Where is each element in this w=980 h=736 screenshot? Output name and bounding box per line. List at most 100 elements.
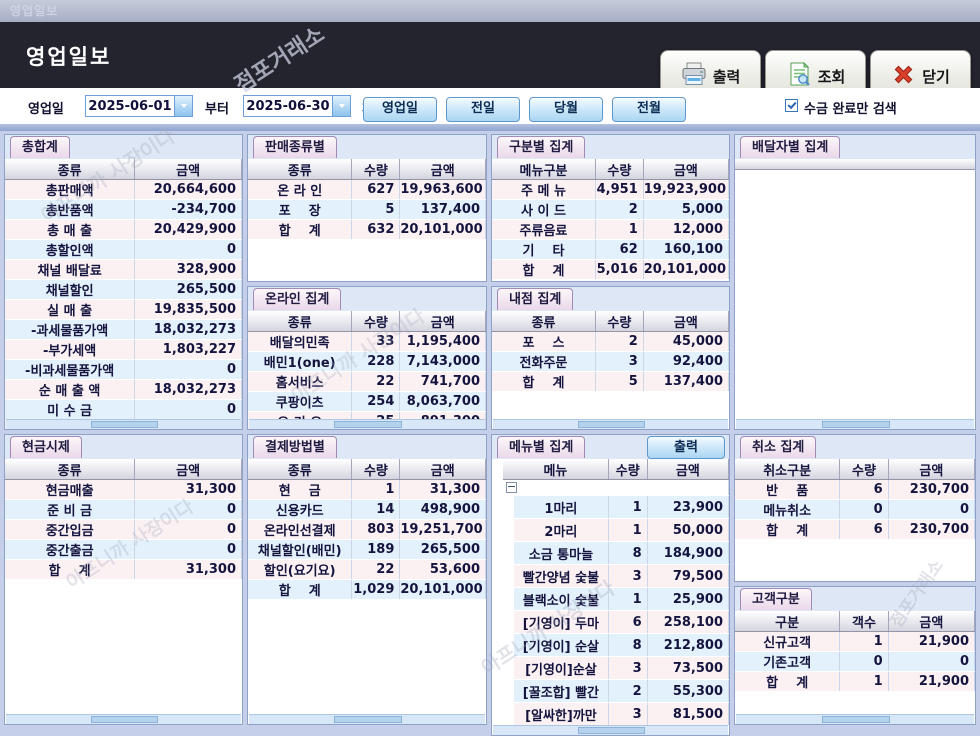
column-header[interactable]: 객수 — [839, 611, 889, 632]
scrollbar-thumb[interactable] — [333, 716, 403, 723]
collapse-icon[interactable] — [506, 482, 517, 493]
table-row[interactable]: 사 이 드 2 5,000 — [492, 199, 729, 220]
table-row[interactable]: [기영이] 순살 8 212,800 — [492, 633, 729, 657]
column-header[interactable]: 금액 — [647, 459, 729, 480]
table-row[interactable]: 순 매 출 액 18,032,273 — [5, 379, 242, 400]
previous-day-button[interactable]: 전일 — [446, 97, 520, 122]
column-header[interactable]: 금액 — [134, 159, 242, 180]
column-header[interactable]: 금액 — [888, 459, 975, 480]
table-row[interactable]: 온라인선결제 803 19,251,700 — [248, 519, 486, 540]
table-row[interactable]: [기영이]순살 3 73,500 — [492, 656, 729, 680]
column-header[interactable]: 금액 — [888, 611, 975, 632]
tab-cash-drawer[interactable]: 현금시제 — [10, 436, 82, 458]
table-row[interactable]: -과세물품가액 18,032,273 — [5, 319, 242, 340]
horizontal-scrollbar[interactable] — [493, 419, 728, 429]
table-row[interactable]: 배민1(one) 228 7,143,000 — [248, 351, 486, 372]
table-row[interactable]: 합 계 632 20,101,000 — [248, 219, 486, 240]
table-row[interactable]: 총 매 출 20,429,900 — [5, 219, 242, 240]
column-header[interactable]: 금액 — [134, 459, 242, 480]
column-header[interactable]: 종류 — [248, 459, 353, 480]
horizontal-scrollbar[interactable] — [6, 419, 241, 429]
horizontal-scrollbar[interactable] — [736, 419, 974, 429]
scrollbar-thumb[interactable] — [90, 421, 159, 428]
scrollbar-thumb[interactable] — [821, 421, 891, 428]
table-row[interactable]: 합 계 5,016 20,101,000 — [492, 259, 729, 280]
table-row[interactable]: 반 품 6 230,700 — [735, 479, 975, 500]
table-row[interactable]: 미 수 금0 — [5, 399, 242, 420]
tab-menu-summary[interactable]: 메뉴별 집계 — [497, 436, 586, 458]
previous-month-button[interactable]: 전월 — [612, 97, 686, 122]
column-header[interactable]: 금액 — [643, 311, 729, 332]
column-header[interactable]: 종류 — [248, 159, 353, 180]
table-row[interactable]: 중간출금 0 — [5, 539, 242, 560]
column-header[interactable]: 종류 — [492, 311, 596, 332]
table-row[interactable]: 전화주문 3 92,400 — [492, 351, 729, 372]
table-row[interactable]: 주류음료 1 12,000 — [492, 219, 729, 240]
horizontal-scrollbar[interactable] — [249, 419, 485, 429]
table-row[interactable]: 홈서비스 22 741,700 — [248, 371, 486, 392]
table-row[interactable]: 기 타 62 160,100 — [492, 239, 729, 260]
column-header[interactable]: 금액 — [643, 159, 729, 180]
column-header[interactable]: 취소구분 — [735, 459, 841, 480]
column-header[interactable]: 수량 — [595, 159, 644, 180]
horizontal-scrollbar[interactable] — [736, 714, 974, 724]
table-row[interactable]: 중간입금 0 — [5, 519, 242, 540]
scrollbar-thumb[interactable] — [821, 716, 891, 723]
table-row[interactable]: 빨간양념 숯불 3 79,500 — [492, 564, 729, 588]
menu-print-button[interactable]: 출력 — [647, 436, 725, 459]
column-header[interactable]: 수량 — [351, 159, 401, 180]
date-from-input[interactable] — [86, 96, 174, 116]
table-row[interactable]: 쿠팡이츠 254 8,063,700 — [248, 391, 486, 412]
scrollbar-thumb[interactable] — [577, 727, 646, 734]
column-header[interactable]: 수량 — [351, 459, 401, 480]
scrollbar-thumb[interactable] — [333, 421, 403, 428]
tab-category-summary[interactable]: 구분별 집계 — [497, 136, 586, 158]
table-row[interactable]: 배달의민족 33 1,195,400 — [248, 331, 486, 352]
column-header[interactable]: 금액 — [399, 311, 486, 332]
table-row[interactable]: 2마리 1 50,000 — [492, 518, 729, 542]
tab-deliverer-summary[interactable]: 배달자별 집계 — [740, 136, 841, 158]
table-row[interactable]: 온 라 인 627 19,963,600 — [248, 179, 486, 200]
table-row[interactable]: 블랙소이 숯불 1 25,900 — [492, 587, 729, 611]
date-to-input[interactable] — [244, 96, 332, 116]
column-header[interactable]: 구분 — [735, 611, 841, 632]
table-row[interactable]: -비과세물품가액 0 — [5, 359, 242, 380]
table-row[interactable]: 총판매액 20,664,600 — [5, 179, 242, 200]
table-row[interactable]: 현 금 1 31,300 — [248, 479, 486, 500]
tab-payment-method[interactable]: 결제방법별 — [253, 436, 337, 458]
table-row[interactable]: 합 계 1 21,900 — [735, 671, 975, 692]
column-header[interactable]: 수량 — [595, 311, 644, 332]
table-row[interactable]: 총반품액 -234,700 — [5, 199, 242, 220]
column-header[interactable]: 종류 — [5, 159, 136, 180]
table-row[interactable]: 준 비 금0 — [5, 499, 242, 520]
column-header[interactable]: 금액 — [399, 459, 486, 480]
window-titlebar[interactable]: 영업일보 — [0, 0, 980, 22]
table-row[interactable]: 기존고객 0 0 — [735, 651, 975, 672]
column-header[interactable]: 메뉴구분 — [492, 159, 596, 180]
tab-customer-type[interactable]: 고객구분 — [740, 588, 812, 610]
current-month-button[interactable]: 당월 — [529, 97, 603, 122]
column-header[interactable]: 수량 — [608, 459, 648, 480]
table-row[interactable]: [꿀조합] 빨간 2 55,300 — [492, 679, 729, 703]
table-row[interactable]: 주 메 뉴 4,951 19,923,900 — [492, 179, 729, 200]
date-to-dropdown-button[interactable] — [332, 96, 350, 116]
table-row[interactable]: 합 계 6 230,700 — [735, 519, 975, 540]
table-row[interactable]: 신용카드 14 498,900 — [248, 499, 486, 520]
tab-cancel-summary[interactable]: 취소 집계 — [740, 436, 817, 458]
table-row[interactable]: [기영이] 두마 6 258,100 — [492, 610, 729, 634]
tab-total-summary[interactable]: 총합계 — [10, 136, 70, 158]
business-day-button[interactable]: 영업일 — [363, 97, 437, 122]
table-row[interactable]: 할인(요기요) 22 53,600 — [248, 559, 486, 580]
table-row[interactable]: 소금 통마늘 8 184,900 — [492, 541, 729, 565]
collected-only-checkbox[interactable] — [785, 99, 798, 112]
table-row[interactable]: 포 스 2 45,000 — [492, 331, 729, 352]
table-row[interactable]: 채널할인 265,500 — [5, 279, 242, 300]
table-row[interactable]: 메뉴취소 0 0 — [735, 499, 975, 520]
scrollbar-thumb[interactable] — [577, 421, 646, 428]
table-row[interactable]: 채널할인(배민) 189 265,500 — [248, 539, 486, 560]
column-header[interactable]: 종류 — [5, 459, 136, 480]
table-row[interactable]: 실 매 출 19,835,500 — [5, 299, 242, 320]
table-row[interactable]: 채널 배달료 328,900 — [5, 259, 242, 280]
table-row[interactable]: 1마리 1 23,900 — [492, 495, 729, 519]
table-row[interactable]: 총할인액 0 — [5, 239, 242, 260]
